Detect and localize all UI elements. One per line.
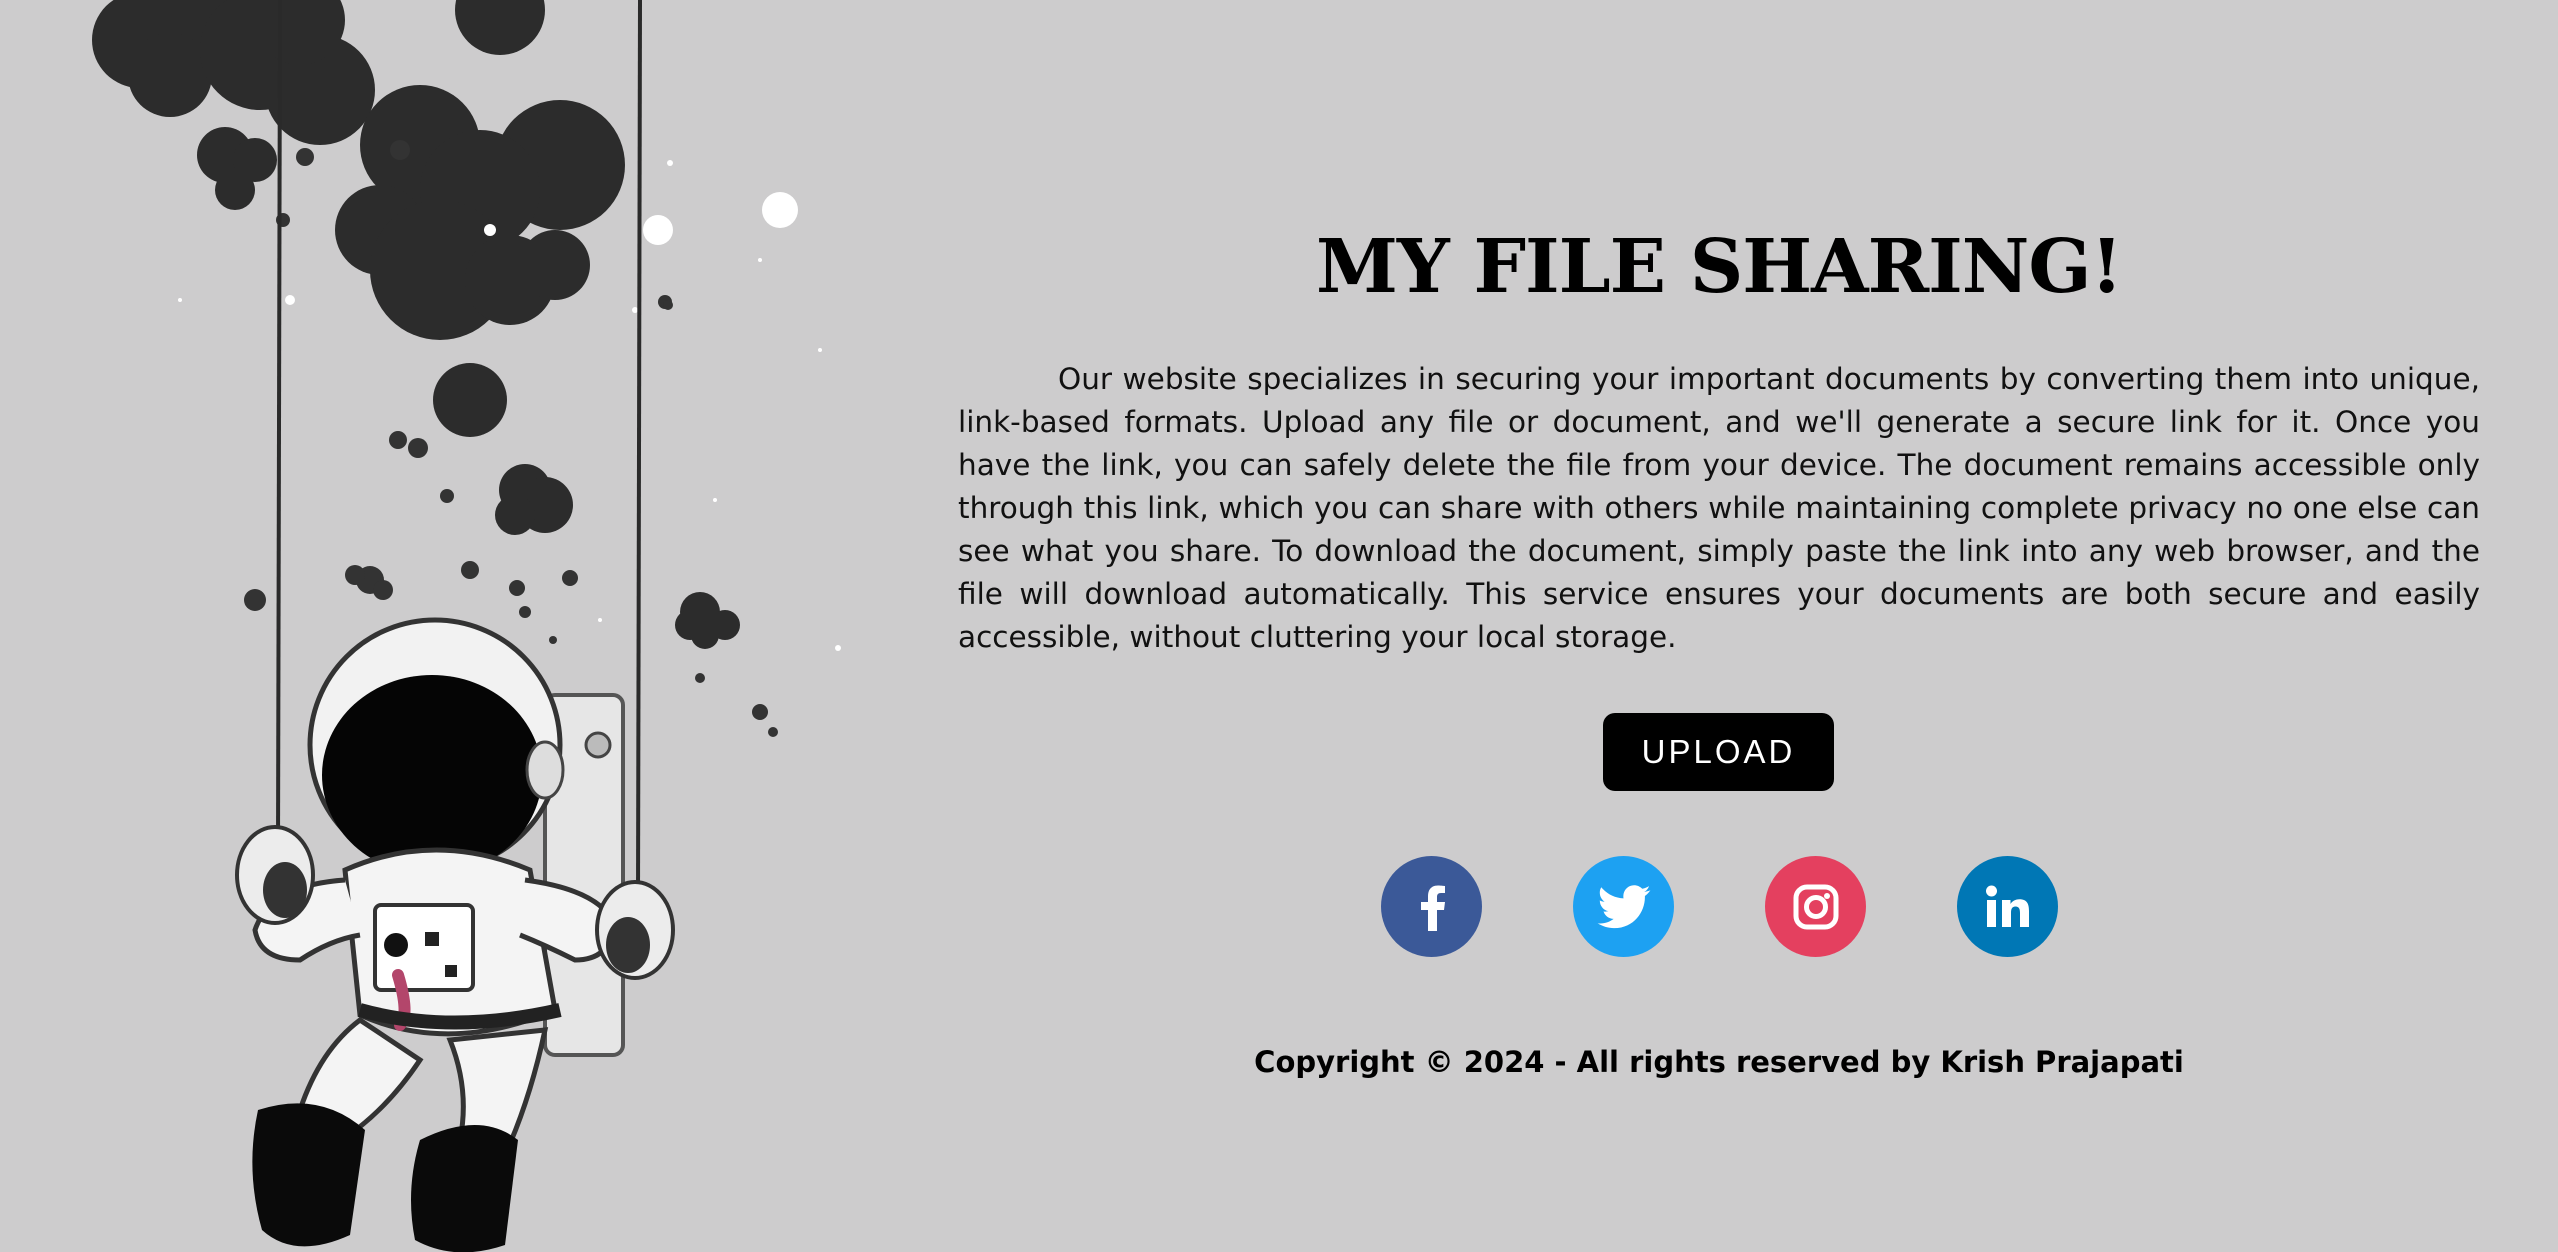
upload-button[interactable]: UPLOAD: [1603, 713, 1834, 791]
facebook-link[interactable]: [1381, 856, 1482, 957]
linkedin-icon: [1985, 885, 2029, 927]
main-content: MY FILE SHARING! Our website specializes…: [958, 0, 2480, 1252]
twitter-link[interactable]: [1573, 856, 1674, 957]
instagram-icon: [1793, 884, 1838, 929]
page-title: MY FILE SHARING!: [1315, 224, 2123, 310]
instagram-link[interactable]: [1765, 856, 1866, 957]
astronaut-swing-illustration: [92, 0, 841, 1252]
copyright-footer: Copyright © 2024 - All rights reserved b…: [1254, 1045, 2184, 1079]
facebook-icon: [1420, 885, 1445, 931]
twitter-icon: [1597, 884, 1650, 928]
service-description: Our website specializes in securing your…: [958, 362, 2480, 654]
linkedin-link[interactable]: [1957, 856, 2058, 957]
